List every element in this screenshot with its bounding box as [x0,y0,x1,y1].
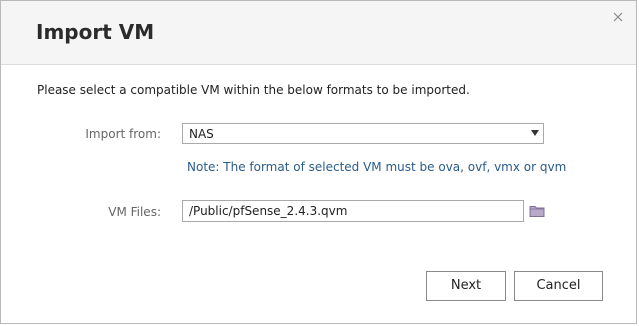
cancel-button[interactable]: Cancel [514,271,603,301]
dialog-header: Import VM [1,1,636,65]
next-button[interactable]: Next [426,271,506,301]
import-from-label: Import from: [85,127,161,141]
vm-files-input[interactable] [182,200,524,222]
intro-text: Please select a compatible VM within the… [37,83,470,97]
import-vm-dialog: Import VM Please select a compatible VM … [0,0,637,324]
format-note: Note: The format of selected VM must be … [187,160,567,174]
close-icon[interactable] [610,9,626,25]
vm-files-label: VM Files: [108,205,161,219]
caret-down-icon [531,130,539,136]
import-from-select[interactable]: NAS [182,123,544,144]
import-from-selected-value: NAS [189,127,214,141]
folder-icon[interactable] [529,203,545,217]
dialog-title: Import VM [36,20,155,44]
